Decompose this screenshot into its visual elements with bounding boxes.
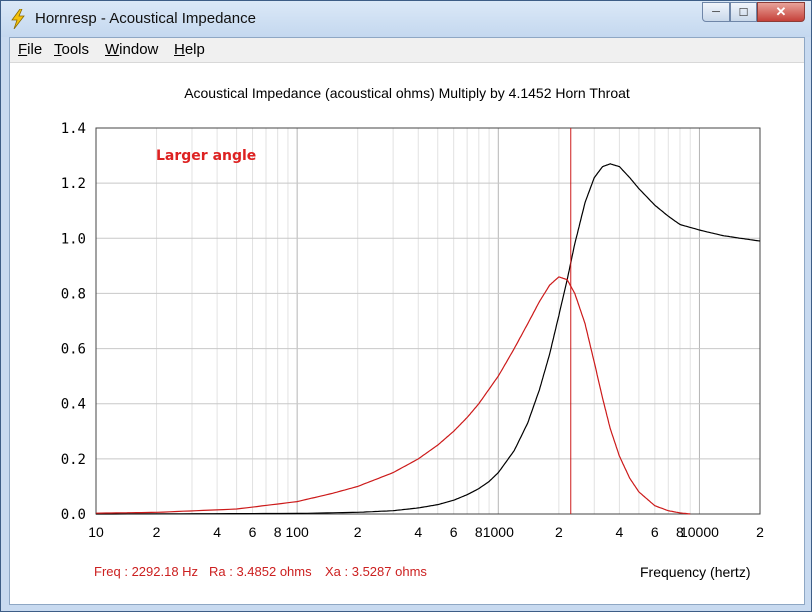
- y-tick-label: 1.4: [61, 121, 86, 137]
- plot-frame: [95, 127, 761, 515]
- x-tick-label: 2: [354, 524, 362, 540]
- impedance-chart[interactable]: 0.00.20.40.60.81.01.21.410 2 4 6 8 100 2 4 6 8 100…: [10, 38, 804, 604]
- series-line-resistance: [96, 163, 761, 515]
- x-tick-label: 2: [153, 524, 161, 540]
- lightning-icon: [11, 9, 25, 29]
- status-frequency: Freq : 2292.18 Hz: [94, 564, 199, 579]
- client-area: File Tools Window Help Acoustical Impeda…: [9, 37, 805, 605]
- x-tick-label: 8: [475, 524, 483, 540]
- y-tick-label: 1.0: [61, 231, 86, 247]
- y-tick-label: 0.8: [61, 286, 86, 302]
- x-tick-label: 6: [450, 524, 458, 540]
- x-tick-label: 2: [756, 524, 764, 540]
- x-tick-label: 100: [285, 524, 309, 540]
- y-tick-label: 1.2: [61, 176, 86, 192]
- y-tick-label: 0.4: [61, 397, 86, 413]
- x-tick-label: 2: [555, 524, 563, 540]
- close-icon: ✕: [775, 4, 787, 19]
- x-tick-label: 4: [213, 524, 221, 540]
- x-tick-label: 6: [249, 524, 257, 540]
- close-button[interactable]: ✕: [757, 2, 805, 22]
- title-bar[interactable]: Hornresp - Acoustical Impedance ─ ☐ ✕: [1, 1, 811, 37]
- x-tick-label: 4: [616, 524, 624, 540]
- x-tick-label: 4: [414, 524, 422, 540]
- y-tick-label: 0.2: [61, 452, 86, 468]
- x-axis-title: Frequency (hertz): [640, 564, 751, 580]
- maximize-button[interactable]: ☐: [730, 2, 757, 22]
- status-reactance: Xa : 3.5287 ohms: [325, 564, 427, 579]
- x-tick-label: 10000: [680, 524, 719, 540]
- maximize-icon: ☐: [738, 6, 749, 19]
- minimize-button[interactable]: ─: [702, 2, 730, 22]
- x-tick-label: 10: [88, 524, 104, 540]
- status-resistance: Ra : 3.4852 ohms: [209, 564, 312, 579]
- x-tick-label: 8: [274, 524, 282, 540]
- y-tick-label: 0.6: [61, 342, 86, 358]
- app-window: Hornresp - Acoustical Impedance ─ ☐ ✕ Fi…: [0, 0, 812, 612]
- x-tick-label: 6: [651, 524, 659, 540]
- minimize-icon: ─: [712, 6, 720, 18]
- chart-annotation: Larger angle: [156, 148, 256, 164]
- window-title: Hornresp - Acoustical Impedance: [35, 10, 256, 27]
- y-tick-label: 0.0: [61, 507, 86, 523]
- x-tick-label: 1000: [483, 524, 514, 540]
